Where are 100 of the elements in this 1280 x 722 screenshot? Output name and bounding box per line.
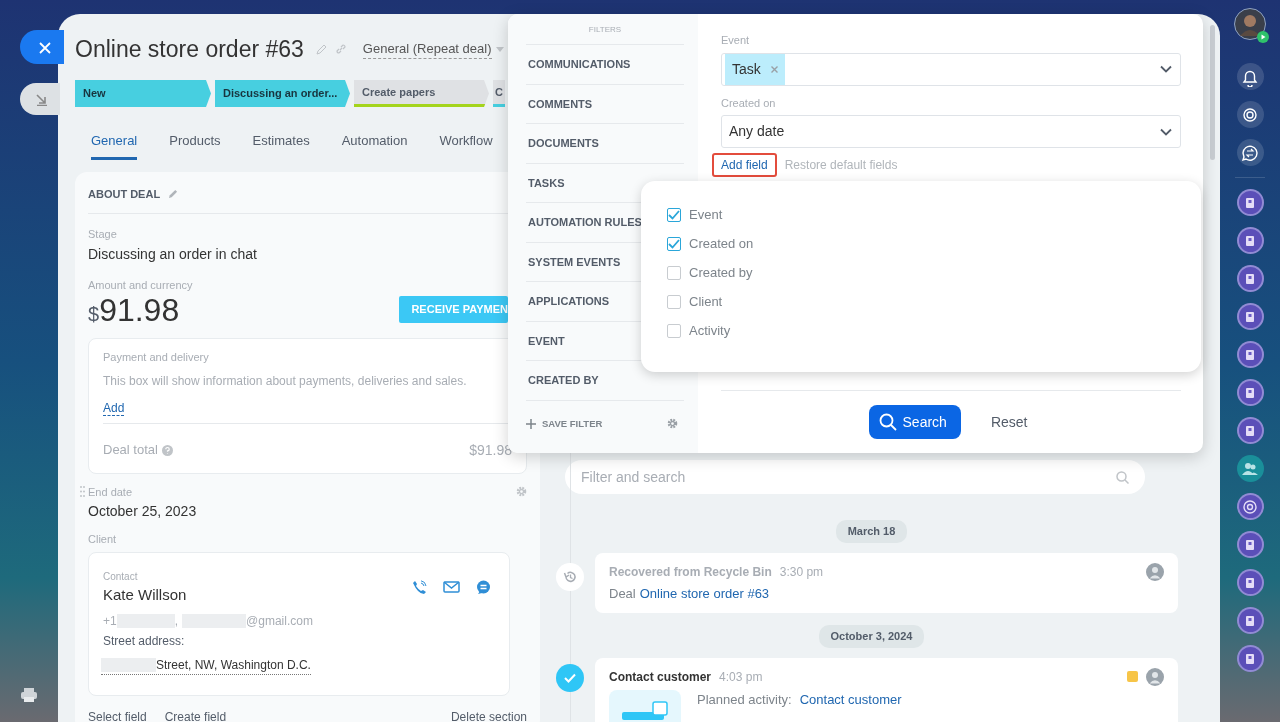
event-time: 4:03 pm	[719, 668, 763, 686]
deal-total-value: $91.98	[469, 440, 512, 460]
checkbox-label: Created by	[689, 263, 753, 282]
date-pill: October 3, 2024	[818, 625, 925, 648]
box-title: Payment and delivery	[103, 349, 210, 365]
people-icon[interactable]	[1236, 455, 1264, 482]
field-label: End date	[88, 484, 133, 500]
minimize-button[interactable]	[20, 83, 60, 115]
deal-label: Deal	[609, 584, 636, 603]
scrollbar[interactable]	[1210, 25, 1215, 160]
reset-button[interactable]: Reset	[984, 410, 1034, 434]
deal-total-label: Deal total	[103, 441, 158, 460]
filters-heading: FILTERS	[526, 24, 684, 45]
color-flag[interactable]	[1127, 671, 1138, 682]
contact-book-icon[interactable]	[1236, 569, 1264, 596]
notification-icon[interactable]	[1236, 63, 1264, 90]
checkbox[interactable]	[667, 236, 681, 251]
event-time: 3:30 pm	[779, 563, 824, 581]
add-field-button[interactable]: Add field	[712, 153, 777, 177]
filter-preset[interactable]: COMMENTS	[526, 84, 684, 124]
tab[interactable]: General	[91, 131, 138, 160]
section-title: ABOUT DEAL	[88, 186, 161, 202]
checkbox-label: Client	[689, 292, 723, 311]
checkbox[interactable]	[667, 265, 681, 280]
contact-label: Contact	[103, 569, 139, 584]
close-icon	[39, 41, 51, 54]
filter-preset[interactable]: DOCUMENTS	[526, 124, 684, 164]
contact-book-icon[interactable]	[1236, 531, 1264, 558]
add-link[interactable]: Add	[103, 401, 125, 416]
field-label: Event	[721, 33, 751, 48]
contact-book-icon[interactable]	[1236, 303, 1264, 330]
check-icon	[556, 663, 584, 692]
contact-book-icon[interactable]	[1236, 607, 1264, 634]
avatar-icon[interactable]	[1146, 562, 1164, 581]
search-icon	[878, 413, 897, 431]
contact-book-icon[interactable]	[1236, 265, 1264, 292]
contact-book-icon[interactable]	[1236, 341, 1264, 368]
tab[interactable]: Estimates	[252, 131, 310, 160]
stage-step[interactable]: New	[75, 80, 211, 107]
address-label: Street address:	[103, 633, 186, 650]
chat-icon[interactable]	[476, 579, 491, 595]
stage-step[interactable]: C	[493, 80, 505, 107]
field-link[interactable]: Create field	[164, 708, 227, 722]
activity-title: Contact customer	[609, 668, 712, 686]
contact-book-icon[interactable]	[1236, 645, 1264, 672]
checkbox[interactable]	[667, 294, 681, 309]
field-label: Created on	[721, 95, 777, 111]
phone-icon[interactable]	[412, 579, 427, 595]
contact-book-icon[interactable]	[1236, 227, 1264, 254]
field-label: Stage	[88, 226, 118, 242]
close-button[interactable]	[20, 30, 64, 64]
contact-name: Kate Willson	[103, 584, 187, 605]
filter-preset[interactable]: COMMUNICATIONS	[526, 45, 684, 85]
field-link[interactable]: Select field	[88, 708, 147, 722]
street-address: Street, NW, Washington D.C.	[156, 657, 311, 674]
activity-link[interactable]: Contact customer	[799, 689, 902, 709]
chevron-down-icon	[1160, 127, 1172, 136]
contact-book-icon[interactable]	[1236, 379, 1264, 406]
tab[interactable]: Automation	[341, 131, 408, 160]
spiral-icon[interactable]	[1236, 101, 1264, 128]
stage-step[interactable]: Discussing an order...	[215, 80, 350, 107]
date-select[interactable]: Any date	[721, 115, 1181, 148]
field-value: October 25, 2023	[88, 502, 198, 521]
deal-link[interactable]: Online store order #63	[639, 583, 770, 603]
box-text: This box will show information about payments, deliveries and sales.	[103, 373, 468, 390]
field-value: Discussing an order in chat	[88, 245, 258, 264]
mail-icon[interactable]	[443, 581, 460, 594]
event-select[interactable]: Task	[721, 52, 1181, 86]
stage-step[interactable]: Create papers	[354, 80, 489, 107]
chevron-down-icon	[1160, 65, 1172, 73]
arrow-icon	[36, 93, 48, 106]
printer-icon[interactable]	[21, 688, 37, 702]
history-icon	[556, 562, 584, 591]
separator: ,	[174, 613, 179, 630]
plus-icon	[526, 418, 536, 429]
tab[interactable]: Workflow	[439, 131, 493, 160]
save-filter-button[interactable]: SAVE FILTER	[526, 416, 603, 431]
play-badge-icon	[1257, 31, 1269, 43]
search-icon	[1116, 470, 1129, 484]
spiral-icon[interactable]	[1236, 493, 1264, 520]
contact-book-icon[interactable]	[1236, 189, 1264, 216]
amount-value: 91.98	[99, 293, 180, 326]
delete-section-link[interactable]: Delete section	[450, 708, 527, 722]
checkbox-label: Event	[689, 205, 723, 224]
tab[interactable]: Products	[169, 131, 221, 160]
avatar-icon[interactable]	[1234, 8, 1266, 40]
checkbox[interactable]	[667, 207, 681, 222]
search-button[interactable]: Search	[868, 405, 961, 439]
drag-handle-icon[interactable]	[80, 486, 85, 498]
field-label: Client	[88, 532, 118, 547]
pipeline-selector[interactable]: General (Repeat deal)	[362, 38, 492, 60]
date-pill: March 18	[835, 520, 908, 543]
phone-number: +1	[103, 613, 117, 630]
chat-exchange-icon[interactable]	[1236, 139, 1264, 166]
gear-icon[interactable]	[667, 418, 678, 430]
checkbox-label: Activity	[689, 321, 731, 340]
contact-book-icon[interactable]	[1236, 417, 1264, 444]
avatar-icon[interactable]	[1146, 667, 1164, 686]
deal-title: Online store order #63	[75, 34, 304, 64]
checkbox[interactable]	[667, 323, 681, 338]
